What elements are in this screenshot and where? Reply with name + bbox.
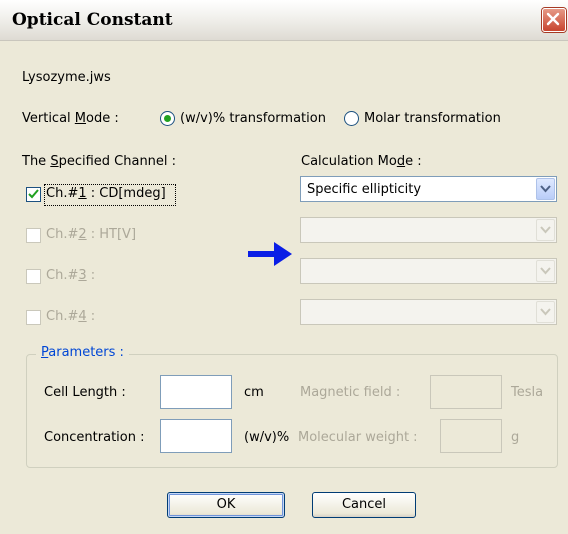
channel-4-checkbox[interactable] [26, 310, 41, 325]
molecular-weight-unit: g [511, 430, 520, 445]
concentration-input[interactable] [160, 419, 232, 453]
radio-molar-transformation-label[interactable]: Molar transformation [364, 111, 501, 126]
radio-selected-dot [164, 115, 171, 122]
cell-length-label: Cell Length : [44, 385, 126, 400]
channel-4-label: Ch.#4 : [46, 309, 96, 324]
chevron-down-icon [540, 267, 551, 275]
concentration-label: Concentration : [44, 430, 145, 445]
cell-length-unit: cm [244, 385, 264, 400]
chevron-down-icon [540, 185, 551, 193]
check-mark-icon [28, 189, 39, 199]
chevron-down-icon [540, 308, 551, 316]
combo-dropdown-button[interactable] [536, 260, 555, 282]
radio-molar-transformation[interactable] [344, 111, 359, 126]
concentration-unit: (w/v)% [244, 430, 290, 445]
parameters-group-label: Parameters : [36, 345, 129, 360]
channel-1-checkbox[interactable] [26, 187, 41, 202]
magnetic-field-label: Magnetic field : [300, 385, 401, 400]
calculation-mode-combo-2[interactable] [300, 217, 557, 243]
channel-2-label: Ch.#2 : HT[V] [46, 227, 137, 242]
radio-wv-transformation[interactable] [160, 111, 175, 126]
calculation-mode-combo-1[interactable]: Specific ellipticity [300, 176, 557, 202]
vertical-mode-label: Vertical Mode : [22, 111, 119, 126]
title-bar[interactable]: Optical Constant [0, 0, 568, 41]
close-button[interactable] [542, 8, 566, 32]
optical-constant-dialog: Optical Constant Lysozyme.jws Vertical M… [0, 0, 568, 534]
combo-dropdown-button[interactable] [536, 178, 555, 200]
magnetic-field-unit: Tesla [511, 385, 544, 400]
ok-button[interactable]: OK [167, 492, 285, 518]
specified-channel-header: The Specified Channel : [22, 154, 177, 169]
channel-2-checkbox[interactable] [26, 228, 41, 243]
calculation-mode-value: Specific ellipticity [307, 182, 422, 197]
calculation-mode-combo-4[interactable] [300, 299, 557, 325]
radio-wv-transformation-label[interactable]: (w/v)% transformation [180, 111, 326, 126]
channel-3-label: Ch.#3 : [46, 268, 96, 283]
channel-1-label[interactable]: Ch.#1 : CD[mdeg] [46, 186, 166, 201]
molecular-weight-input[interactable] [440, 419, 502, 453]
channel-3-checkbox[interactable] [26, 269, 41, 284]
molecular-weight-label: Molecular weight : [298, 430, 418, 445]
close-icon [546, 12, 560, 26]
window-title: Optical Constant [12, 10, 173, 30]
magnetic-field-input[interactable] [430, 375, 502, 409]
cancel-button[interactable]: Cancel [312, 492, 416, 518]
calculation-mode-combo-3[interactable] [300, 258, 557, 284]
combo-dropdown-button[interactable] [536, 301, 555, 323]
cell-length-input[interactable] [160, 375, 232, 409]
calculation-mode-header: Calculation Mode : [301, 154, 422, 169]
chevron-down-icon [540, 226, 551, 234]
arrow-right-icon [248, 242, 292, 266]
combo-dropdown-button[interactable] [536, 219, 555, 241]
file-name: Lysozyme.jws [22, 70, 111, 85]
